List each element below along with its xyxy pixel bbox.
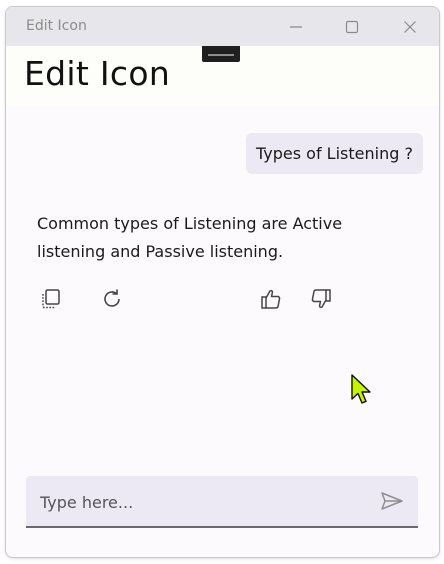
- send-icon: [381, 492, 403, 510]
- regenerate-button[interactable]: [98, 285, 126, 313]
- maximize-icon: [345, 20, 359, 33]
- window-title: Edit Icon: [26, 18, 87, 34]
- copy-icon: [42, 289, 60, 309]
- thumbs-up-button[interactable]: [257, 285, 285, 313]
- thumbs-up-icon: [261, 289, 281, 309]
- refresh-icon: [104, 289, 120, 307]
- page-title: Edit Icon: [24, 54, 171, 93]
- message-input[interactable]: [38, 488, 372, 516]
- maximize-button[interactable]: [329, 7, 375, 46]
- user-message-text: Types of Listening ?: [256, 144, 413, 163]
- close-button[interactable]: [387, 7, 433, 46]
- app-window: Edit Icon Edit Icon Types of Listening ?…: [5, 6, 440, 558]
- close-icon: [404, 20, 416, 33]
- thumbs-down-icon: [311, 289, 331, 309]
- thumbs-down-button[interactable]: [307, 285, 335, 313]
- copy-button[interactable]: [37, 285, 65, 313]
- page-header: Edit Icon: [6, 46, 439, 105]
- minimize-icon: [290, 25, 302, 28]
- message-input-container: [26, 476, 418, 528]
- bot-message-text: Common types of Listening are Active lis…: [37, 214, 343, 261]
- drag-handle[interactable]: [202, 46, 240, 62]
- title-bar[interactable]: Edit Icon: [6, 7, 439, 46]
- send-button[interactable]: [378, 487, 406, 515]
- user-message-bubble: Types of Listening ?: [246, 133, 423, 174]
- minimize-button[interactable]: [273, 7, 319, 46]
- mouse-cursor-icon: [351, 374, 371, 404]
